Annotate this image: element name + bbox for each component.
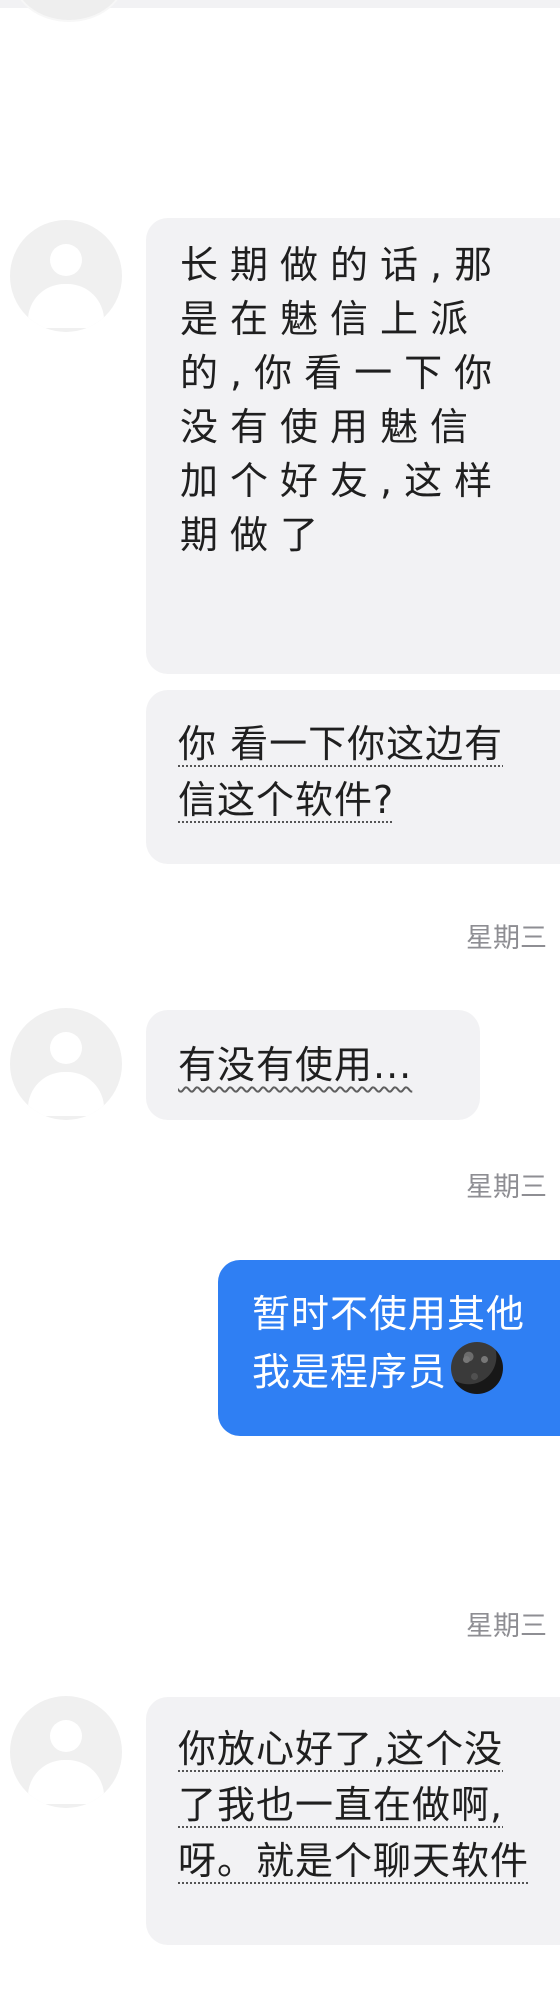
message-text-line: 呀。就是个聊天软件 — [178, 1839, 530, 1883]
message-text-line: 我是程序员 — [252, 1342, 560, 1400]
message-text-segment: 我是程序员 — [252, 1350, 448, 1394]
message-text-line: 你 看一下你这边有 — [178, 722, 504, 766]
avatar-body-shape — [28, 1760, 104, 1804]
avatar-head-shape — [50, 1032, 82, 1064]
message-bubble-incoming[interactable]: 有没有使用... — [146, 1010, 480, 1120]
message-text-line: 信这个软件? — [178, 778, 395, 822]
message-text-line: 没有使用魅信 — [180, 405, 481, 449]
message-text-line: 加个好友,这样 — [180, 459, 505, 503]
message-text-line: 长期做的话,那 — [180, 243, 505, 287]
message-bubble-outgoing[interactable]: 暂时不使用其他 我是程序员 — [218, 1260, 560, 1436]
message-text-line: 暂时不使用其他 — [252, 1292, 526, 1336]
message-timestamp: 星期三 — [466, 1611, 547, 1642]
avatar-head-shape — [50, 244, 82, 276]
avatar-body-shape — [28, 1072, 104, 1116]
message-bubble-incoming[interactable]: 你 看一下你这边有 信这个软件? — [146, 690, 560, 864]
new-moon-face-emoji-icon — [451, 1342, 504, 1394]
avatar[interactable] — [10, 220, 122, 332]
message-text-line: 了我也一直在做啊, — [178, 1783, 504, 1827]
message-text-line: 期做了 — [180, 513, 331, 557]
message-bubble-incoming[interactable]: 你放心好了,这个没 了我也一直在做啊, 呀。就是个聊天软件 — [146, 1697, 560, 1945]
avatar-body-shape — [28, 284, 104, 328]
message-text-line: 有没有使用... — [178, 1043, 413, 1087]
message-timestamp: 星期三 — [466, 923, 547, 954]
message-text-line: 的,你看一下你 — [180, 351, 505, 395]
message-text-line: 你放心好了,这个没 — [178, 1727, 504, 1771]
avatar-partial — [12, 0, 126, 22]
avatar[interactable] — [10, 1696, 122, 1808]
message-bubble-incoming[interactable]: 长期做的话,那 是在魅信上派 的,你看一下你 没有使用魅信 加个好友,这样 期做… — [146, 218, 560, 674]
message-text-line: 是在魅信上派 — [180, 297, 481, 341]
message-timestamp: 星期三 — [466, 1172, 547, 1203]
avatar-head-shape — [50, 1720, 82, 1752]
avatar[interactable] — [10, 1008, 122, 1120]
